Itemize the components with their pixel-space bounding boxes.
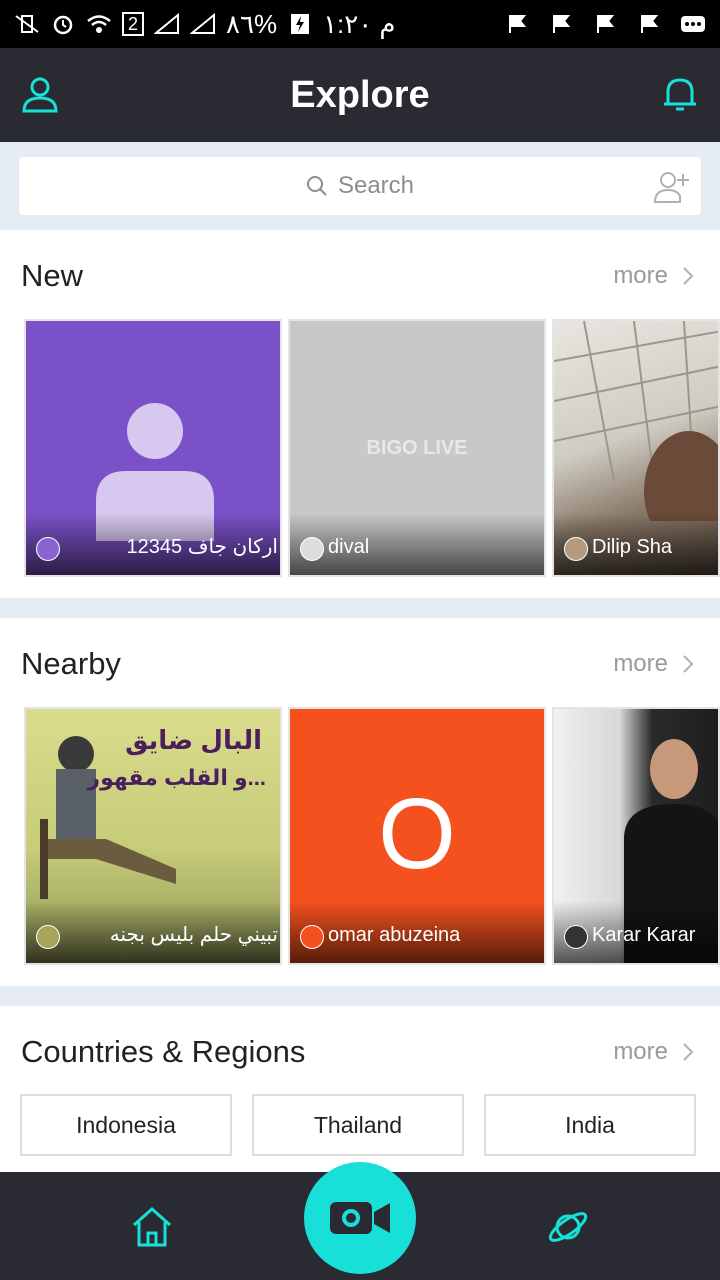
tile-username: Karar Karar: [592, 924, 696, 946]
section-title: Nearby: [21, 646, 121, 681]
search-bar[interactable]: Search: [19, 157, 701, 215]
section-title: Countries & Regions: [21, 1034, 306, 1069]
live-tile[interactable]: البال ضايق و القلب مقهور... تبيني حلم بل…: [24, 707, 282, 965]
ceiling-photo: [554, 321, 718, 521]
more-link[interactable]: more: [613, 650, 694, 678]
country-button-india[interactable]: India: [484, 1094, 696, 1156]
live-tile[interactable]: O omar abuzeina: [288, 707, 546, 965]
status-left: م ١:٢٠ %٨٦ 2: [14, 9, 396, 40]
add-user-icon[interactable]: [653, 169, 691, 205]
notification-flag-icon: [509, 15, 527, 33]
live-tile[interactable]: BIGO LIVE dival: [288, 319, 546, 577]
initial-letter: O: [378, 778, 456, 890]
status-bar: م ١:٢٠ %٨٦ 2: [0, 0, 720, 48]
profile-icon[interactable]: [20, 74, 60, 114]
home-icon[interactable]: [130, 1205, 174, 1249]
tile-username: تبيني حلم بليس بجنه: [109, 924, 278, 946]
go-live-button[interactable]: [304, 1162, 416, 1274]
country-button-thailand[interactable]: Thailand: [252, 1094, 464, 1156]
avatar: [300, 925, 324, 949]
bell-icon[interactable]: [660, 74, 700, 114]
page-title: Explore: [290, 73, 430, 116]
notification-flag-icon-3: [597, 15, 615, 33]
more-label: more: [613, 262, 668, 289]
country-button-indonesia[interactable]: Indonesia: [20, 1094, 232, 1156]
tile-username: dival: [328, 536, 370, 558]
section-nearby: Nearby more البال ضايق و القلب مقهور... …: [0, 618, 720, 986]
live-tile[interactable]: اركان جاف 12345: [24, 319, 282, 577]
wifi-icon: [87, 15, 111, 33]
notification-flag-icon-2: [553, 15, 571, 33]
top-app-bar: Explore: [0, 48, 720, 142]
section-title: New: [21, 258, 84, 293]
signal-icon-2: [154, 13, 180, 34]
overlay-text-1: البال ضايق: [125, 725, 262, 755]
live-tile[interactable]: Karar Karar: [552, 707, 720, 965]
chevron-right-icon: [683, 655, 694, 673]
status-time: م ١:٢٠: [323, 8, 396, 39]
status-battery: %٨٦: [226, 8, 278, 39]
bigo-live-watermark: BIGO LIVE: [366, 437, 468, 459]
more-label: more: [613, 1038, 668, 1065]
battery-charging-icon: [291, 14, 310, 34]
more-notifications-icon: [681, 16, 705, 32]
avatar: [564, 925, 588, 949]
more-link[interactable]: more: [613, 1038, 694, 1066]
more-link[interactable]: more: [613, 262, 694, 290]
planet-icon[interactable]: [546, 1205, 590, 1249]
more-label: more: [613, 650, 668, 677]
tile-username: اركان جاف 12345: [126, 536, 278, 558]
tile-username: Dilip Sha: [592, 536, 673, 558]
overlay-text-2: و القلب مقهور...: [87, 765, 266, 790]
tile-username: omar abuzeina: [328, 924, 461, 946]
notification-flag-icon-4: [641, 15, 659, 33]
vibrate-off-icon: [15, 15, 39, 33]
sim-badge: 2: [122, 12, 145, 36]
status-right: [504, 13, 706, 35]
alarm-icon: [53, 15, 73, 35]
live-tile[interactable]: Dilip Sha: [552, 319, 720, 577]
video-camera-icon: [330, 1202, 390, 1234]
chevron-right-icon: [683, 1043, 694, 1061]
avatar: [564, 537, 588, 561]
avatar: [36, 925, 60, 949]
search-icon: [306, 176, 327, 196]
avatar: [300, 537, 324, 561]
section-new: New more اركان جاف 12345 BIGO LIVE dival…: [0, 230, 720, 598]
search-placeholder: Search: [337, 172, 415, 199]
avatar: [36, 537, 60, 561]
signal-icon: [190, 13, 216, 34]
chevron-right-icon: [683, 267, 694, 285]
